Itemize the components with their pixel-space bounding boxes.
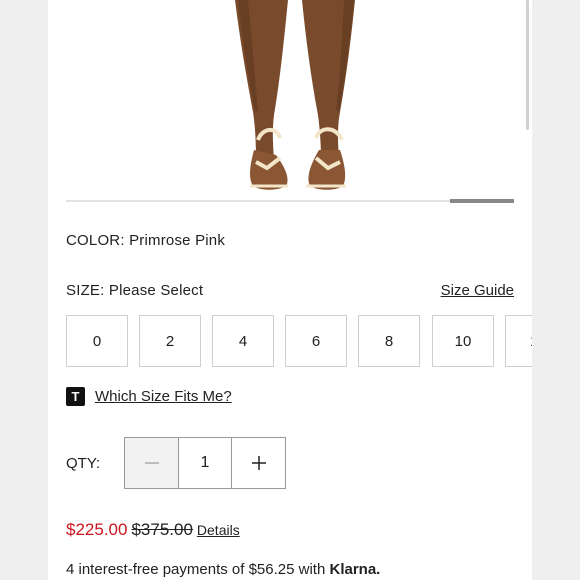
increase-quantity-button[interactable] bbox=[231, 438, 285, 488]
klarna-text: 4 interest-free payments of $56.25 with bbox=[66, 561, 326, 578]
carousel-scroll-thumb[interactable] bbox=[450, 199, 514, 203]
product-panel: COLOR: Primrose Pink SIZE: Please Select… bbox=[48, 0, 532, 580]
size-value: Please Select bbox=[108, 282, 204, 299]
product-photo-illustration bbox=[235, 0, 355, 190]
quantity-label: QTY: bbox=[66, 455, 101, 472]
true-fit-logo-icon: T bbox=[66, 386, 85, 406]
size-option-6[interactable]: 6 bbox=[285, 315, 347, 367]
size-option-8[interactable]: 8 bbox=[358, 315, 420, 367]
price-row: $225.00 $375.00 Details bbox=[66, 520, 240, 540]
size-label: SIZE: bbox=[66, 282, 105, 299]
klarna-installments: 4 interest-free payments of $56.25 with … bbox=[66, 561, 380, 578]
plus-icon bbox=[251, 456, 266, 470]
image-carousel-scrollbar[interactable] bbox=[66, 199, 514, 203]
quantity-stepper: 1 bbox=[124, 437, 286, 489]
color-row: COLOR: Primrose Pink bbox=[66, 232, 225, 250]
color-label: COLOR: bbox=[66, 232, 125, 249]
size-options: 0 2 4 6 8 10 1 bbox=[66, 315, 532, 369]
decrease-quantity-button[interactable] bbox=[125, 438, 179, 488]
minus-icon bbox=[144, 462, 159, 464]
fit-finder-row: T Which Size Fits Me? bbox=[66, 386, 232, 406]
quantity-value[interactable]: 1 bbox=[179, 438, 231, 488]
size-option-2[interactable]: 2 bbox=[139, 315, 201, 367]
size-option-4[interactable]: 4 bbox=[212, 315, 274, 367]
which-size-fits-link[interactable]: Which Size Fits Me? bbox=[95, 388, 232, 405]
color-value: Primrose Pink bbox=[129, 232, 226, 249]
original-price: $375.00 bbox=[131, 520, 193, 539]
size-row: SIZE: Please Select bbox=[66, 282, 203, 300]
price-details-link[interactable]: Details bbox=[197, 522, 240, 538]
size-option-0[interactable]: 0 bbox=[66, 315, 128, 367]
size-option-partial[interactable]: 1 bbox=[505, 315, 532, 367]
product-image[interactable] bbox=[48, 0, 532, 196]
klarna-logo[interactable]: Klarna. bbox=[329, 561, 380, 578]
size-option-10[interactable]: 10 bbox=[432, 315, 494, 367]
page-scrollbar[interactable] bbox=[526, 0, 529, 130]
sale-price: $225.00 bbox=[66, 520, 128, 539]
size-guide-link[interactable]: Size Guide bbox=[441, 282, 514, 299]
